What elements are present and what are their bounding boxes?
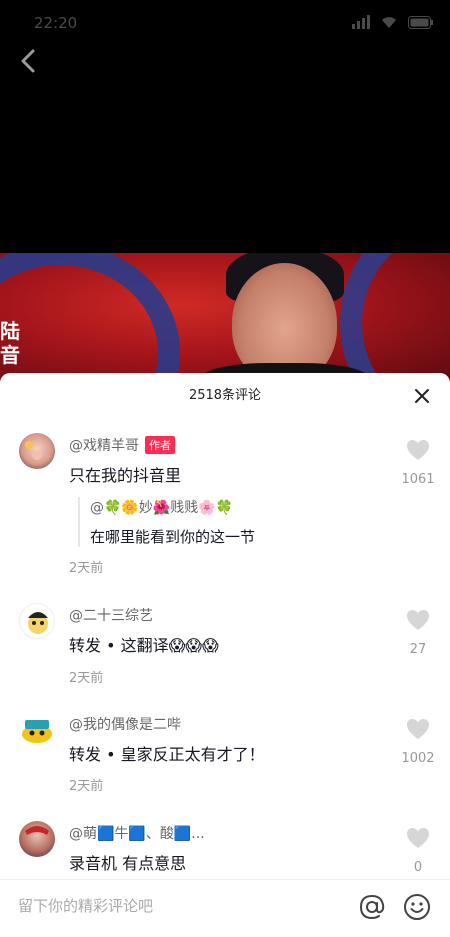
like-count: 1061 bbox=[401, 472, 435, 487]
comment-text[interactable]: 转发 • 这翻译😱😱😱 bbox=[69, 632, 219, 656]
comment-text[interactable]: 只在我的抖音里 bbox=[69, 462, 181, 486]
comments-sheet: 2518条评论 @戏精羊哥 作者 只在我的抖音里 @🍀🌼妙🌺贱贱🌸🍀 在哪里能看… bbox=[0, 373, 450, 937]
like-button[interactable]: 27 bbox=[398, 609, 438, 657]
comment-text[interactable]: 转发 • 皇家反正太有才了！ bbox=[69, 741, 265, 765]
emoji-icon[interactable] bbox=[403, 893, 431, 921]
comment-time: 2天前 bbox=[69, 561, 104, 576]
heart-icon bbox=[407, 719, 429, 739]
like-button[interactable]: 1002 bbox=[398, 718, 438, 766]
like-count: 1002 bbox=[401, 751, 435, 766]
author-name[interactable]: @戏精羊哥 bbox=[69, 435, 139, 455]
author-line: @萌🟦牛🟦、酸🟦... bbox=[69, 823, 205, 843]
avatar[interactable] bbox=[19, 603, 55, 639]
author-name[interactable]: @我的偶像是二哔 bbox=[69, 714, 181, 734]
reply-quote[interactable]: @🍀🌼妙🌺贱贱🌸🍀 在哪里能看到你的这一节 bbox=[78, 497, 418, 547]
heart-icon bbox=[407, 828, 429, 848]
back-arrow-icon[interactable] bbox=[14, 46, 44, 76]
comment-time: 2天前 bbox=[69, 779, 104, 794]
author-line: @戏精羊哥 作者 bbox=[69, 435, 175, 455]
video-player[interactable]: 陆 音 bbox=[0, 253, 450, 383]
wifi-icon bbox=[382, 17, 396, 28]
comment-text[interactable]: 录音机 有点意思 bbox=[69, 850, 186, 874]
author-name[interactable]: @二十三综艺 bbox=[69, 605, 153, 625]
status-bar: 22:20 bbox=[0, 0, 450, 48]
avatar[interactable] bbox=[19, 821, 55, 857]
video-scene-shape bbox=[0, 253, 180, 383]
reply-text: 在哪里能看到你的这一节 bbox=[90, 528, 256, 546]
like-count: 27 bbox=[409, 642, 427, 657]
close-icon[interactable] bbox=[412, 386, 432, 406]
comment-input[interactable] bbox=[18, 897, 318, 915]
battery-icon bbox=[408, 15, 433, 29]
reply-author[interactable]: @🍀🌼妙🌺贱贱🌸🍀 bbox=[90, 497, 418, 517]
heart-icon bbox=[407, 440, 429, 460]
author-line: @我的偶像是二哔 bbox=[69, 714, 181, 734]
video-caption: 陆 音 bbox=[0, 319, 20, 367]
avatar[interactable] bbox=[19, 712, 55, 748]
comment-input-bar bbox=[0, 879, 450, 937]
avatar[interactable] bbox=[19, 433, 55, 469]
video-scene-shape bbox=[340, 253, 450, 383]
like-button[interactable]: 0 bbox=[398, 827, 438, 875]
status-icons bbox=[352, 15, 434, 29]
status-time: 22:20 bbox=[34, 14, 78, 32]
author-name[interactable]: @萌🟦牛🟦、酸🟦... bbox=[69, 823, 205, 843]
author-line: @二十三综艺 bbox=[69, 605, 153, 625]
author-tag: 作者 bbox=[145, 436, 175, 454]
comments-header: 2518条评论 bbox=[0, 373, 450, 419]
comments-count-title: 2518条评论 bbox=[188, 388, 262, 403]
mention-at-icon[interactable] bbox=[358, 893, 386, 921]
like-button[interactable]: 1061 bbox=[398, 439, 438, 487]
comment-time: 2天前 bbox=[69, 671, 104, 686]
signal-icon bbox=[352, 15, 370, 29]
heart-icon bbox=[407, 610, 429, 630]
like-count: 0 bbox=[413, 860, 423, 875]
